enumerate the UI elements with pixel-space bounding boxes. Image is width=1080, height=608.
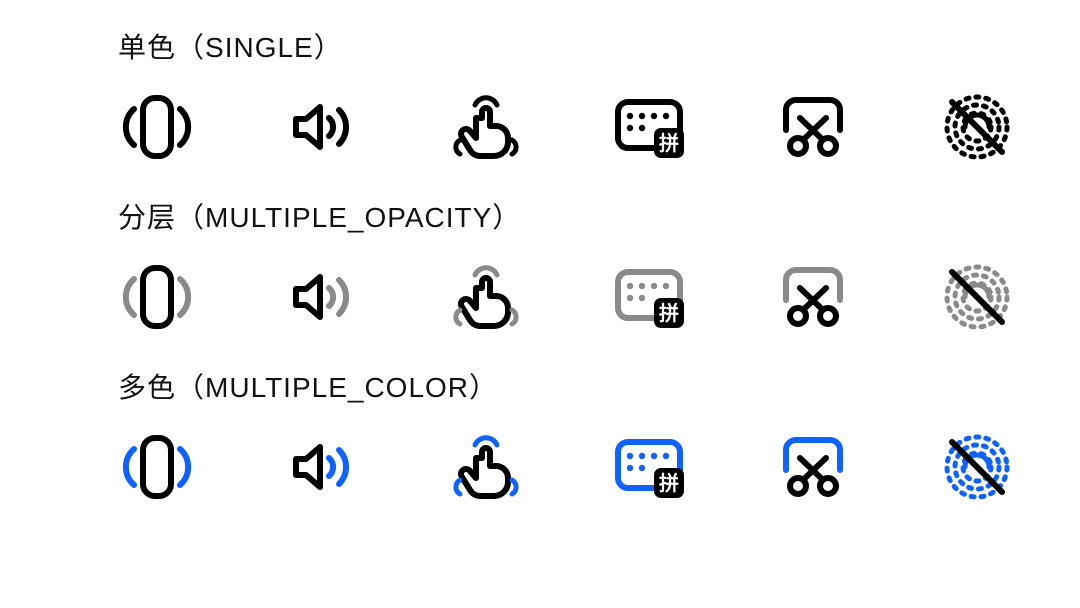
fingerprint-off-icon (938, 428, 1016, 506)
svg-text:拼: 拼 (659, 471, 679, 495)
section-title-en: SINGLE (205, 32, 314, 63)
icon-style-sheet: 单色（SINGLE）拼分层（MULTIPLE_OPACITY）拼多色（MULTI… (0, 0, 1080, 608)
phone-vibrate-icon (118, 258, 196, 336)
icon-row: 拼 (118, 428, 1080, 506)
keyboard-pinyin-icon: 拼 (610, 258, 688, 336)
section-single: 单色（SINGLE） 拼 (118, 26, 1080, 166)
section-title-zh: 单色 (118, 32, 176, 63)
keyboard-pinyin-icon: 拼 (610, 428, 688, 506)
section-title-zh: 分层 (118, 202, 176, 233)
screenshot-crop-icon (774, 88, 852, 166)
section-title: 单色（SINGLE） (118, 26, 1080, 66)
phone-vibrate-icon (118, 428, 196, 506)
volume-icon (282, 428, 360, 506)
screenshot-crop-icon (774, 258, 852, 336)
icon-row: 拼 (118, 258, 1080, 336)
section-title: 多色（MULTIPLE_COLOR） (118, 366, 1080, 406)
touch-gesture-icon (446, 258, 524, 336)
section-title-en: MULTIPLE_OPACITY (205, 202, 492, 233)
section-color: 多色（MULTIPLE_COLOR） 拼 (118, 366, 1080, 506)
fingerprint-off-icon (938, 258, 1016, 336)
section-title: 分层（MULTIPLE_OPACITY） (118, 196, 1080, 236)
screenshot-crop-icon (774, 428, 852, 506)
svg-text:拼: 拼 (659, 301, 679, 325)
volume-icon (282, 258, 360, 336)
phone-vibrate-icon (118, 88, 196, 166)
icon-row: 拼 (118, 88, 1080, 166)
touch-gesture-icon (446, 88, 524, 166)
volume-icon (282, 88, 360, 166)
section-opacity: 分层（MULTIPLE_OPACITY） 拼 (118, 196, 1080, 336)
section-title-en: MULTIPLE_COLOR (205, 372, 469, 403)
svg-text:拼: 拼 (659, 131, 679, 155)
keyboard-pinyin-icon: 拼 (610, 88, 688, 166)
touch-gesture-icon (446, 428, 524, 506)
section-title-zh: 多色 (118, 372, 176, 403)
fingerprint-off-icon (938, 88, 1016, 166)
